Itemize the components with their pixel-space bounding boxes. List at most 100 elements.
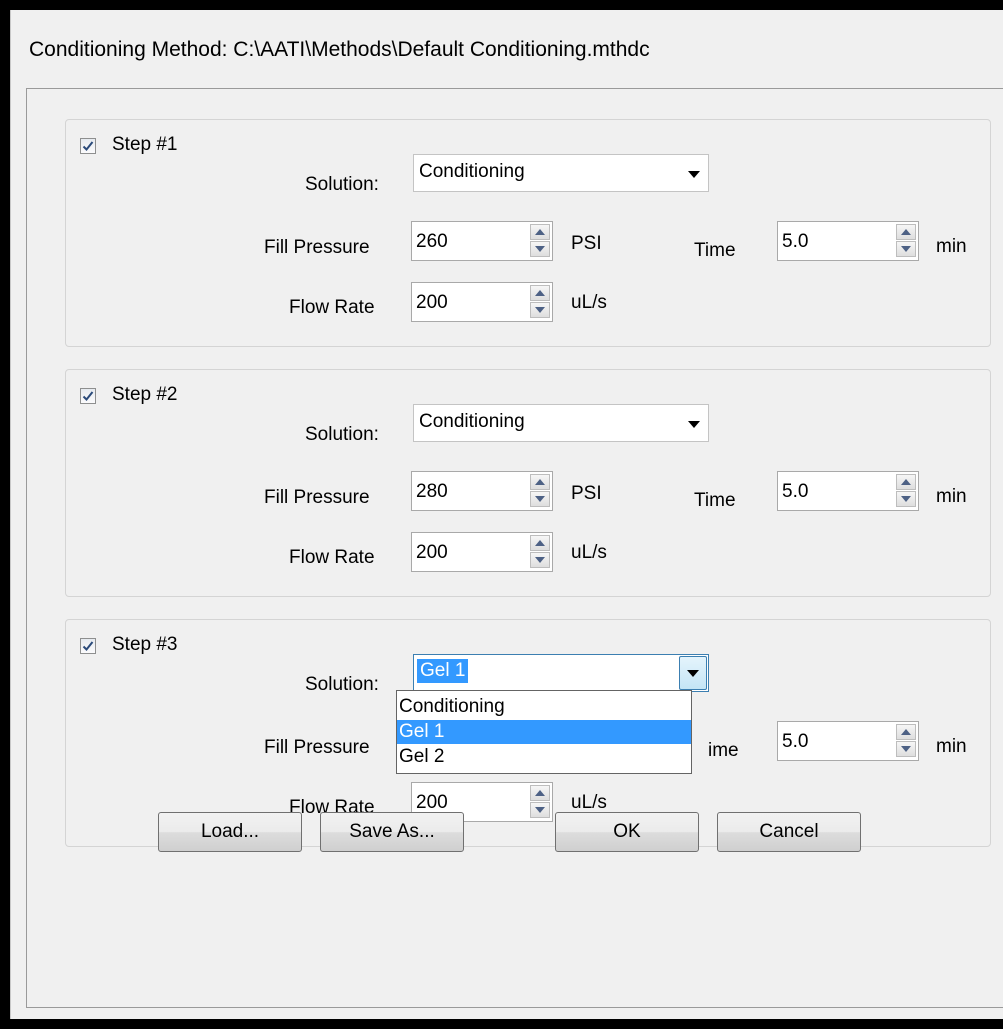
step-2-flow-rate-spinner[interactable]: 200 [411,532,553,572]
step-3-solution-label: Solution: [305,674,379,695]
step-2-fill-pressure-spinner[interactable]: 280 [411,471,553,511]
step-3-time-value: 5.0 [782,731,809,752]
step-1-fill-pressure-label: Fill Pressure [264,237,370,258]
step-1-time-spinner[interactable]: 5.0 [777,221,919,261]
spin-down-button[interactable] [530,802,550,818]
spin-buttons [530,285,550,319]
step-1-solution-select[interactable]: Conditioning [413,154,709,192]
load-button[interactable]: Load... [158,812,302,852]
step-2-fill-pressure-value: 280 [416,481,448,502]
step-2-fill-pressure-unit: PSI [571,483,602,504]
checkmark-icon [82,391,94,401]
spin-buttons [896,224,916,258]
arrow-down-icon [535,807,545,813]
title-bar[interactable]: Conditioning Method: C:\AATI\Methods\Def… [11,10,1003,87]
step-1-time-unit: min [936,236,967,257]
step-2-time-unit: min [936,486,967,507]
step-2-label: Step #2 [112,384,178,405]
step-3-flow-rate-value: 200 [416,792,448,813]
step-2-flow-rate-unit: uL/s [571,542,607,563]
spin-buttons [530,535,550,569]
spin-down-button[interactable] [530,241,550,257]
arrow-up-icon [901,729,911,735]
step-1-fill-pressure-unit: PSI [571,233,602,254]
step-2-time-value: 5.0 [782,481,809,502]
step-3-flow-rate-unit: uL/s [571,792,607,813]
step-2-time-spinner[interactable]: 5.0 [777,471,919,511]
arrow-up-icon [535,229,545,235]
step-1-flow-rate-label: Flow Rate [289,297,375,318]
step-2-checkbox[interactable] [80,388,96,404]
step-2-time-label: Time [694,490,736,511]
step-2-solution-select[interactable]: Conditioning [413,404,709,442]
arrow-down-icon [901,746,911,752]
step-1-fill-pressure-spinner[interactable]: 260 [411,221,553,261]
arrow-up-icon [901,479,911,485]
spin-down-button[interactable] [896,741,916,757]
dropdown-button[interactable] [679,656,707,690]
ok-button[interactable]: OK [555,812,699,852]
spin-down-button[interactable] [530,491,550,507]
spin-up-button[interactable] [530,474,550,490]
cancel-button[interactable]: Cancel [717,812,861,852]
step-1-label: Step #1 [112,134,178,155]
step-2-fill-pressure-label: Fill Pressure [264,487,370,508]
step-2-group: Step #2 Solution: Conditioning Fill Pres… [65,369,991,597]
chevron-down-icon [688,171,700,178]
spin-buttons [530,785,550,819]
spin-buttons [896,474,916,508]
step-3-time-unit: min [936,736,967,757]
arrow-down-icon [535,246,545,252]
arrow-down-icon [535,496,545,502]
spin-up-button[interactable] [896,724,916,740]
arrow-down-icon [535,307,545,313]
spin-down-button[interactable] [530,552,550,568]
step-1-flow-rate-unit: uL/s [571,292,607,313]
step-2-solution-value: Conditioning [419,411,525,432]
step-3-checkbox[interactable] [80,638,96,654]
step-1-solution-value: Conditioning [419,161,525,182]
spin-up-button[interactable] [530,224,550,240]
arrow-up-icon [535,540,545,546]
spin-up-button[interactable] [896,474,916,490]
spin-buttons [530,474,550,508]
step-1-solution-label: Solution: [305,174,379,195]
step-2-flow-rate-label: Flow Rate [289,547,375,568]
spin-up-button[interactable] [530,285,550,301]
spin-up-button[interactable] [530,535,550,551]
spin-down-button[interactable] [896,491,916,507]
step-1-checkbox[interactable] [80,138,96,154]
step-3-time-spinner[interactable]: 5.0 [777,721,919,761]
solution-dropdown-list: Conditioning Gel 1 Gel 2 [396,690,692,774]
spin-buttons [896,724,916,758]
step-1-time-label: Time [694,240,736,261]
arrow-up-icon [535,479,545,485]
spin-down-button[interactable] [530,302,550,318]
dialog-client-area: Step #1 Solution: Conditioning Fill Pres… [26,88,1003,1008]
step-3-solution-value: Gel 1 [417,659,469,683]
dropdown-option-conditioning[interactable]: Conditioning [397,695,691,719]
spin-up-button[interactable] [896,224,916,240]
window-title: Conditioning Method: C:\AATI\Methods\Def… [29,38,650,61]
arrow-down-icon [901,496,911,502]
step-3-time-label: ime [708,740,739,761]
arrow-down-icon [535,557,545,563]
step-1-time-value: 5.0 [782,231,809,252]
save-as-button[interactable]: Save As... [320,812,464,852]
dropdown-option-gel-2[interactable]: Gel 2 [397,745,691,769]
arrow-up-icon [901,229,911,235]
step-3-fill-pressure-label: Fill Pressure [264,737,370,758]
spin-down-button[interactable] [896,241,916,257]
step-1-flow-rate-value: 200 [416,292,448,313]
checkmark-icon [82,141,94,151]
spin-up-button[interactable] [530,785,550,801]
dropdown-option-gel-1[interactable]: Gel 1 [397,720,691,744]
step-3-solution-select[interactable]: Gel 1 [413,654,709,692]
step-1-fill-pressure-value: 260 [416,231,448,252]
chevron-down-icon [688,421,700,428]
step-2-solution-label: Solution: [305,424,379,445]
step-1-flow-rate-spinner[interactable]: 200 [411,282,553,322]
arrow-down-icon [901,246,911,252]
arrow-up-icon [535,790,545,796]
spin-buttons [530,224,550,258]
